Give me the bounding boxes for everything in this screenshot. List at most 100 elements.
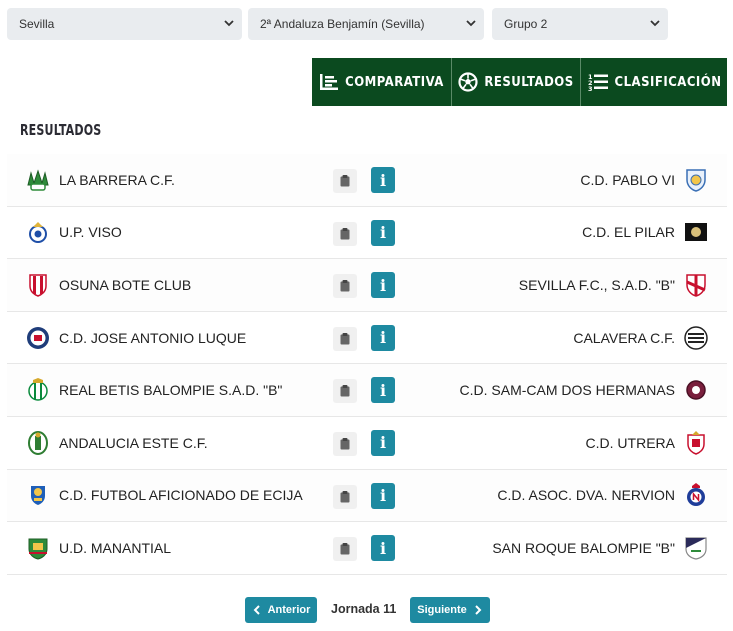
clipboard-icon [340, 332, 350, 345]
clipboard-icon [340, 543, 350, 555]
next-round-label: Siguiente [417, 604, 467, 616]
previous-round-button[interactable]: Anterior [245, 597, 317, 623]
clipboard-button[interactable] [333, 169, 357, 193]
round-pager: Anterior Jornada 11 Siguiente [0, 597, 733, 623]
home-team[interactable]: C.D. FUTBOL AFICIONADO DE ECIJA [25, 470, 303, 522]
away-team[interactable]: C.D. ASOC. DVA. NERVION [497, 470, 709, 522]
team-crest-icon [29, 222, 47, 244]
match-row: U.D. MANANTIAL i SAN ROQUE BALOMPIE "B" [7, 522, 727, 575]
team-crest-icon [27, 326, 49, 349]
away-team[interactable]: C.D. SAM-CAM DOS HERMANAS [460, 364, 709, 416]
away-team-name: C.D. SAM-CAM DOS HERMANAS [459, 382, 675, 399]
away-team[interactable]: C.D. EL PILAR [582, 207, 709, 259]
home-team-name: ANDALUCIA ESTE C.F. [59, 434, 208, 451]
away-team-name: C.D. PABLO VI [580, 171, 675, 188]
home-team[interactable]: OSUNA BOTE CLUB [25, 259, 191, 311]
away-team[interactable]: C.D. UTRERA [586, 417, 709, 469]
home-team[interactable]: U.D. MANANTIAL [25, 522, 171, 574]
comparison-chart-icon [320, 74, 339, 90]
clipboard-icon [340, 175, 350, 187]
team-crest-icon [28, 430, 48, 455]
clipboard-button[interactable] [333, 484, 357, 509]
chevron-down-icon [466, 20, 476, 27]
match-info-button[interactable]: i [371, 429, 395, 456]
next-round-button[interactable]: Siguiente [410, 597, 490, 623]
match-list: LA BARRERA C.F. i C.D. PABLO VI U.P. VIS… [7, 154, 727, 575]
clipboard-icon [340, 490, 350, 503]
ranking-list-icon: 1 2 3 [588, 73, 608, 91]
clipboard-button[interactable] [333, 431, 357, 456]
clipboard-button[interactable] [333, 221, 357, 246]
team-crest-icon [685, 537, 707, 560]
team-crest-icon [686, 169, 706, 192]
chevron-left-icon [253, 605, 260, 615]
match-info-button[interactable]: i [371, 482, 395, 509]
filter-bar: Sevilla 2ª Andaluza Benjamín (Sevilla) G… [7, 8, 733, 40]
match-info-button[interactable]: i [371, 272, 395, 299]
team-crest-icon [31, 486, 45, 506]
home-team[interactable]: LA BARRERA C.F. [25, 154, 175, 206]
clipboard-icon [340, 385, 350, 397]
team-crest-icon [27, 169, 49, 191]
home-team[interactable]: U.P. VISO [25, 207, 122, 259]
tab-clasificacion[interactable]: 1 2 3 CLASIFICACIÓN [581, 58, 727, 106]
clipboard-button[interactable] [333, 537, 357, 562]
away-team-name: SAN ROQUE BALOMPIE "B" [492, 539, 675, 556]
match-info-button[interactable]: i [371, 377, 395, 404]
previous-round-label: Anterior [267, 604, 311, 616]
competition-select[interactable]: 2ª Andaluza Benjamín (Sevilla) [248, 8, 484, 40]
team-crest-icon [687, 483, 705, 507]
clipboard-button[interactable] [333, 326, 357, 351]
home-team[interactable]: REAL BETIS BALOMPIE S.A.D. "B" [25, 364, 282, 416]
group-select-value: Grupo 2 [504, 17, 548, 31]
chevron-down-icon [650, 20, 660, 27]
match-info-button[interactable]: i [371, 535, 395, 562]
home-team[interactable]: ANDALUCIA ESTE C.F. [25, 417, 208, 469]
team-crest-icon [686, 274, 706, 297]
tab-resultados-label: RESULTADOS [484, 74, 574, 90]
clipboard-button[interactable] [333, 274, 357, 299]
home-team-name: U.P. VISO [59, 224, 122, 241]
away-team[interactable]: CALAVERA C.F. [573, 312, 709, 364]
away-team-name: C.D. UTRERA [585, 434, 675, 451]
team-crest-icon [686, 380, 706, 400]
home-team[interactable]: C.D. JOSE ANTONIO LUQUE [25, 312, 246, 364]
match-row: REAL BETIS BALOMPIE S.A.D. "B" i C.D. SA… [7, 364, 727, 417]
tab-comparativa-label: COMPARATIVA [345, 74, 444, 90]
home-team-name: LA BARRERA C.F. [59, 171, 175, 188]
away-team-name: C.D. EL PILAR [582, 224, 675, 241]
home-team-name: OSUNA BOTE CLUB [59, 276, 192, 293]
away-team[interactable]: SAN ROQUE BALOMPIE "B" [492, 522, 709, 574]
team-crest-icon [685, 223, 707, 242]
tab-comparativa[interactable]: COMPARATIVA [312, 58, 452, 106]
province-select[interactable]: Sevilla [7, 8, 242, 40]
away-team-name: CALAVERA C.F. [573, 329, 675, 346]
current-round-label: Jornada 11 [331, 602, 397, 616]
match-row: U.P. VISO i C.D. EL PILAR [7, 206, 727, 260]
match-info-button[interactable]: i [371, 324, 395, 351]
clipboard-icon [340, 280, 350, 292]
away-team-name: C.D. ASOC. DVA. NERVION [497, 487, 675, 504]
away-team[interactable]: C.D. PABLO VI [580, 154, 709, 206]
match-info-button[interactable]: i [371, 219, 395, 246]
home-team-name: REAL BETIS BALOMPIE S.A.D. "B" [59, 382, 283, 399]
tab-resultados[interactable]: RESULTADOS [452, 58, 581, 106]
svg-text:3: 3 [588, 85, 593, 91]
team-crest-icon [28, 538, 48, 560]
competition-select-value: 2ª Andaluza Benjamín (Sevilla) [260, 17, 425, 31]
match-row: LA BARRERA C.F. i C.D. PABLO VI [7, 154, 727, 207]
clipboard-button[interactable] [333, 379, 357, 404]
match-row: ANDALUCIA ESTE C.F. i C.D. UTRERA [7, 416, 727, 470]
match-row: C.D. FUTBOL AFICIONADO DE ECIJA i C.D. A… [7, 469, 727, 523]
section-title: RESULTADOS [20, 121, 102, 139]
home-team-name: C.D. FUTBOL AFICIONADO DE ECIJA [59, 487, 303, 504]
clipboard-icon [340, 227, 350, 240]
chevron-down-icon [224, 20, 234, 27]
group-select[interactable]: Grupo 2 [492, 8, 668, 40]
match-row: C.D. JOSE ANTONIO LUQUE i CALAVERA C.F. [7, 311, 727, 365]
clipboard-icon [340, 437, 350, 450]
home-team-name: C.D. JOSE ANTONIO LUQUE [59, 329, 247, 346]
team-crest-icon [687, 430, 705, 455]
away-team[interactable]: SEVILLA F.C., S.A.D. "B" [519, 259, 709, 311]
match-info-button[interactable]: i [371, 167, 395, 193]
